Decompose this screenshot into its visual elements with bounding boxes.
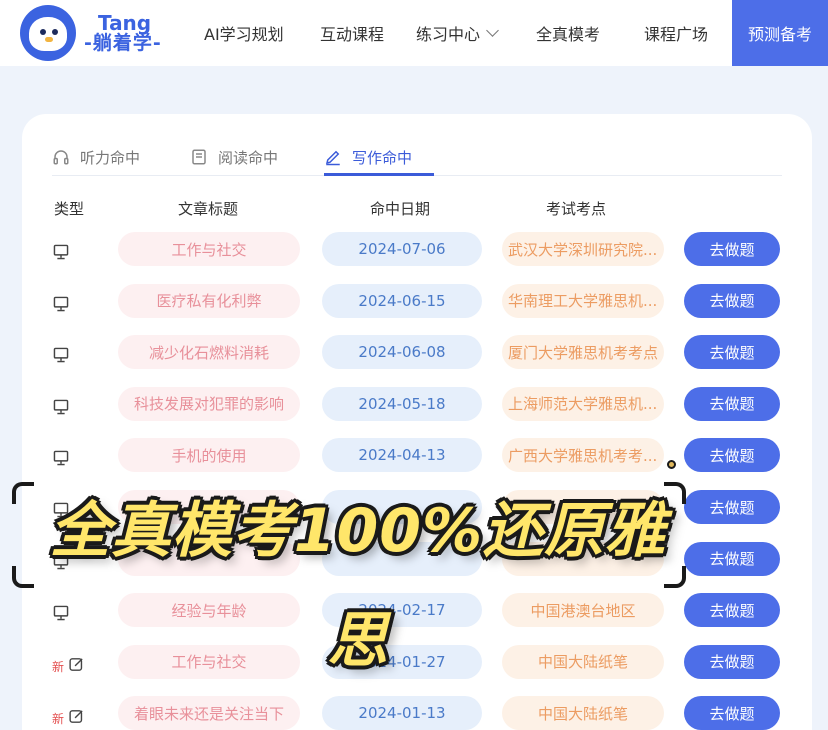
mascot-logo-icon [20,5,76,61]
prediction-card: 听力命中 阅读命中 写作命中 类型 文章标题 命中日期 考试考点 工作与社交 20… [22,114,812,730]
chevron-down-icon [486,23,499,37]
exam-point: 上海师范大学雅思机... [502,386,664,421]
exam-point: 中国大陆纸笔 [502,696,664,730]
hit-date: 2024-07-06 [322,232,482,266]
new-badge: 新 [52,660,65,675]
header-title: 文章标题 [178,200,239,218]
hit-date: 2024-06-15 [322,283,482,318]
essay-title: 手机的使用 [118,438,300,473]
table-row: 工作与社交 2024-07-06 武汉大学深圳研究院... 去做题 [22,228,812,280]
promo-overlay-text: 全真模考100%还原雅思 [49,496,667,676]
table-row: 经验与年龄 2024-02-17 中国港澳台地区 去做题 [22,589,812,641]
exam-point: 武汉大学深圳研究院... [502,232,664,266]
nav-mock-exam[interactable]: 全真模考 [536,0,600,66]
do-exercise-button[interactable]: 去做题 [684,232,780,266]
hit-date: 2024-01-13 [322,696,482,730]
table-row: 减少化石燃料消耗 2024-06-08 厦门大学雅思机考考点 去做题 [22,331,812,383]
top-header: Tang -躺着学- AI学习规划 互动课程 练习中心 全真模考 课程广场 预测… [0,0,828,66]
do-exercise-button[interactable]: 去做题 [684,283,780,318]
nav-practice-label: 练习中心 [416,25,481,44]
type-cell [52,244,92,264]
exam-point: 广西大学雅思机考考... [502,438,664,473]
computer-exam-icon [52,605,70,625]
paper-exam-icon [68,708,85,729]
hit-date: 2024-04-13 [322,438,482,473]
paper-exam-icon [68,656,85,677]
exam-point: 华南理工大学雅思机... [502,283,664,318]
do-exercise-button[interactable]: 去做题 [684,696,780,730]
exam-point: 中国港澳台地区 [502,593,664,628]
essay-title: 经验与年龄 [118,593,300,628]
type-cell [52,605,92,625]
essay-title: 医疗私有化利弊 [118,283,300,318]
do-exercise-button[interactable]: 去做题 [684,386,780,421]
type-cell [52,347,92,367]
type-cell: 新 [52,708,92,728]
exam-point: 厦门大学雅思机考考点 [502,335,664,370]
type-cell: 新 [52,657,92,677]
hit-tabs: 听力命中 阅读命中 写作命中 [52,138,782,176]
type-cell [52,296,92,316]
nav-course-square[interactable]: 课程广场 [644,0,708,66]
do-exercise-button[interactable]: 去做题 [684,541,780,576]
hit-date: 2024-05-18 [322,386,482,421]
computer-exam-icon [52,399,70,419]
type-cell [52,399,92,419]
header-date: 命中日期 [370,200,431,218]
do-exercise-button[interactable]: 去做题 [684,438,780,473]
forecast-prep-button[interactable]: 预测备考 [732,0,828,66]
tab-writing[interactable]: 写作命中 [324,144,412,170]
type-cell [52,450,92,470]
nav-ai-plan[interactable]: AI学习规划 [204,0,284,66]
pen-icon [325,150,340,166]
header-type: 类型 [54,200,85,218]
do-exercise-button[interactable]: 去做题 [684,593,780,628]
essay-title: 工作与社交 [118,644,300,679]
active-tab-indicator [324,173,434,176]
table-row: 医疗私有化利弊 2024-06-15 华南理工大学雅思机... 去做题 [22,280,812,332]
nav-practice-center[interactable]: 练习中心 [416,0,499,66]
do-exercise-button[interactable]: 去做题 [684,490,780,524]
nav-interactive-courses[interactable]: 互动课程 [320,0,384,66]
computer-exam-icon [52,450,70,470]
table-row: 新 着眼未来还是关注当下 2024-01-13 中国大陆纸笔 去做题 [22,692,812,730]
book-icon [192,149,206,165]
computer-exam-icon [52,347,70,367]
essay-title: 着眼未来还是关注当下 [118,696,300,730]
new-badge: 新 [52,711,65,726]
table-row: 科技发展对犯罪的影响 2024-05-18 上海师范大学雅思机... 去做题 [22,383,812,435]
hit-date: 2024-06-08 [322,335,482,370]
headphones-icon [53,150,69,165]
table-row: 新工作与社交 2024-01-27 中国大陆纸笔 去做题 [22,641,812,693]
tab-reading[interactable]: 阅读命中 [190,144,278,170]
essay-title: 减少化石燃料消耗 [118,335,300,370]
header-exam-point: 考试考点 [546,200,607,218]
essay-title: 工作与社交 [118,232,300,266]
computer-exam-icon [52,244,70,264]
computer-exam-icon [52,296,70,316]
brand-logo[interactable]: Tang -躺着学- [20,5,180,61]
do-exercise-button[interactable]: 去做题 [684,335,780,370]
brand-slogan: -躺着学- [84,31,162,54]
do-exercise-button[interactable]: 去做题 [684,644,780,679]
decor-dot [667,460,676,469]
tab-listening[interactable]: 听力命中 [52,144,140,170]
exam-point: 中国大陆纸笔 [502,644,664,679]
brand-name: Tang [98,10,152,35]
essay-title: 科技发展对犯罪的影响 [118,386,300,421]
